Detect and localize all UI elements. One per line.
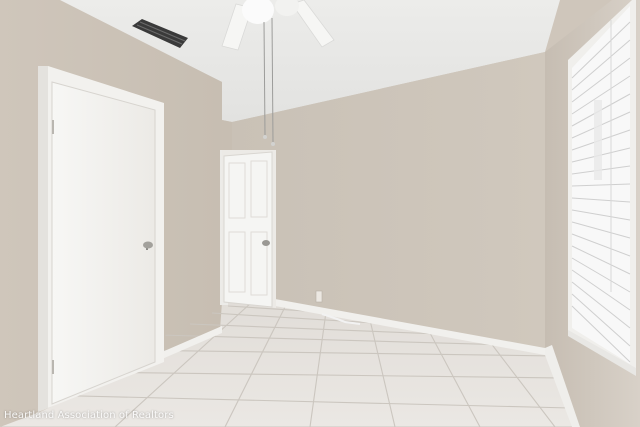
- door-hinge: [52, 360, 54, 374]
- left-door[interactable]: [51, 81, 156, 405]
- back-door-knob[interactable]: [262, 240, 270, 246]
- door-hinge: [52, 120, 54, 134]
- room-illustration: [0, 0, 640, 427]
- back-door[interactable]: [223, 151, 273, 308]
- window-blinds[interactable]: [571, 6, 631, 364]
- watermark-text: Heartland Association of Realtors: [4, 410, 174, 421]
- wall-outlet: [315, 290, 323, 303]
- room-photo: Heartland Association of Realtors: [0, 0, 640, 427]
- left-door-frame-edge: [38, 66, 48, 412]
